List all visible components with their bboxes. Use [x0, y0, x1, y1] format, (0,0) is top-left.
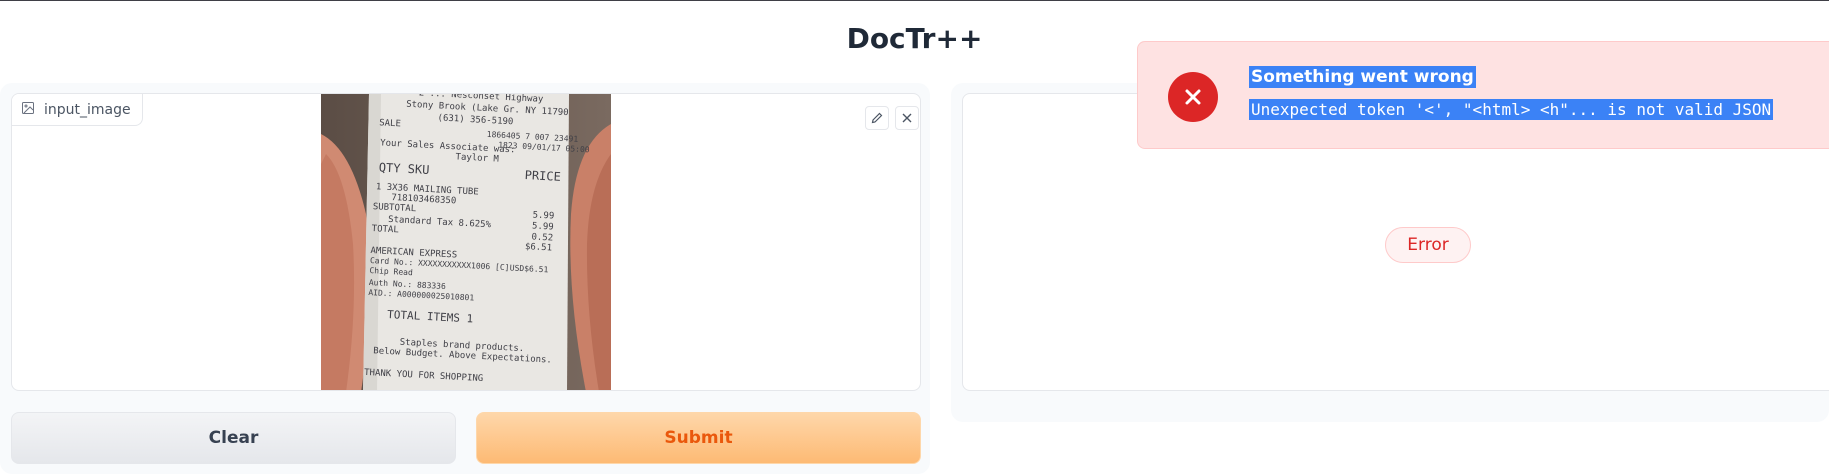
error-status-badge: Error	[1385, 227, 1471, 263]
error-x-icon	[1168, 72, 1218, 122]
image-icon	[22, 101, 34, 118]
receipt-total-label: TOTAL	[371, 224, 399, 235]
remove-image-button[interactable]	[895, 106, 919, 130]
pencil-icon	[871, 109, 883, 128]
image-label-badge: input_image	[12, 94, 143, 126]
image-upload-area[interactable]: input_image 2 ... Nesconset Highway Ston…	[11, 93, 921, 391]
receipt-col-qty: QTY SKU	[379, 160, 430, 177]
close-icon	[901, 109, 913, 128]
receipt-grand-value: $6.51	[525, 242, 553, 253]
toast-title: Something went wrong	[1249, 66, 1476, 88]
input-panel: input_image 2 ... Nesconset Highway Ston…	[0, 83, 930, 474]
receipt-subtotal-value: 5.99	[532, 210, 554, 221]
toast-message: Unexpected token '<', "<html> <h"... is …	[1249, 99, 1774, 120]
window-top-border	[0, 0, 1829, 1]
receipt-sale: SALE	[379, 118, 401, 129]
submit-button[interactable]: Submit	[476, 412, 921, 464]
receipt-col-price: PRICE	[524, 168, 561, 184]
edit-image-button[interactable]	[865, 106, 889, 130]
clear-button[interactable]: Clear	[11, 412, 456, 464]
error-toast[interactable]: Something went wrong Unexpected token '<…	[1137, 41, 1829, 149]
receipt-photo: 2 ... Nesconset Highway Stony Brook (Lak…	[321, 94, 611, 390]
receipt-tax-value: 5.99	[532, 221, 554, 232]
image-label-text: input_image	[44, 101, 131, 118]
